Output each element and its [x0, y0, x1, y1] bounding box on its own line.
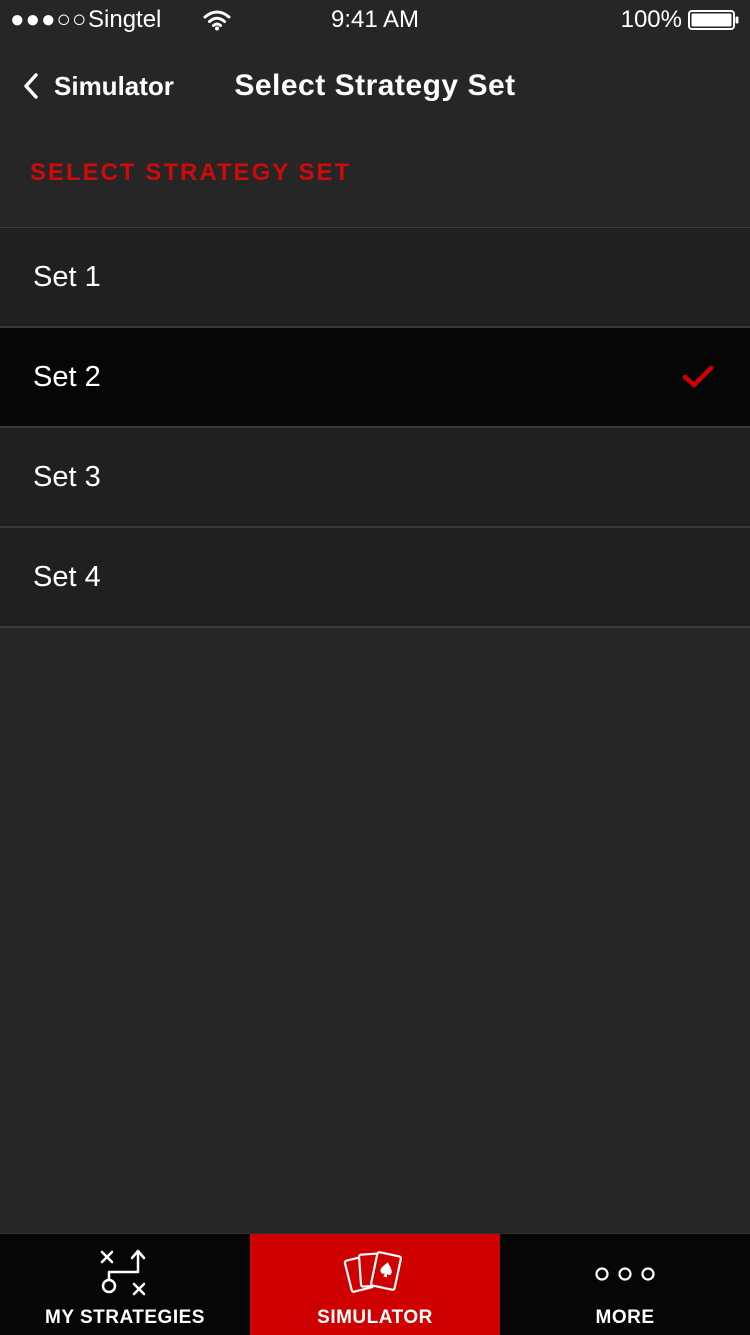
- strategy-set-list: Set 1 Set 2 Set 3 Set 4: [0, 227, 750, 628]
- tab-label: MORE: [595, 1307, 655, 1328]
- battery-percent: 100%: [620, 6, 682, 33]
- checkmark-icon: [682, 365, 714, 388]
- page-title: Select Strategy Set: [234, 69, 516, 102]
- set-label: Set 4: [33, 561, 101, 593]
- tab-simulator[interactable]: SIMULATOR: [250, 1234, 500, 1335]
- tab-bar: MY STRATEGIES SIMULATOR MORE: [0, 1233, 750, 1335]
- battery-icon: [688, 10, 739, 30]
- set-label: Set 3: [33, 461, 101, 493]
- status-bar: ●●●○○ Singtel 9:41 AM 100%: [0, 0, 750, 40]
- list-item[interactable]: Set 4: [0, 528, 750, 628]
- set-label: Set 1: [33, 261, 101, 293]
- more-dots-icon: [595, 1267, 655, 1281]
- cards-icon: [343, 1251, 403, 1293]
- navigation-bar: Simulator Select Strategy Set: [0, 40, 750, 128]
- list-item[interactable]: Set 2: [0, 328, 750, 428]
- tab-label: SIMULATOR: [317, 1307, 433, 1328]
- section-header: SELECT STRATEGY SET: [30, 159, 352, 186]
- tab-my-strategies[interactable]: MY STRATEGIES: [0, 1234, 250, 1335]
- tab-label: MY STRATEGIES: [45, 1307, 205, 1328]
- tab-more[interactable]: MORE: [500, 1234, 750, 1335]
- list-item[interactable]: Set 1: [0, 228, 750, 328]
- list-item[interactable]: Set 3: [0, 428, 750, 528]
- set-label: Set 2: [33, 361, 101, 393]
- playbook-icon: [100, 1249, 146, 1296]
